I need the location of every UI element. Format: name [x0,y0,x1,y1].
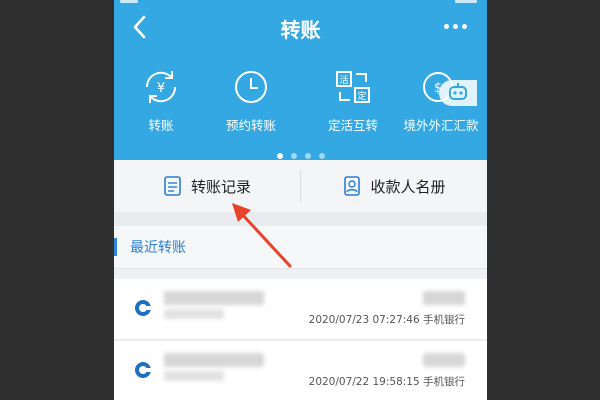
red-arrow-annotation [232,203,292,268]
phone-screen: 转账 ¥ 转账 预约转账 活 定 定活互转 $ 境外外汇汇款 转账记录 收款人名… [114,0,487,400]
